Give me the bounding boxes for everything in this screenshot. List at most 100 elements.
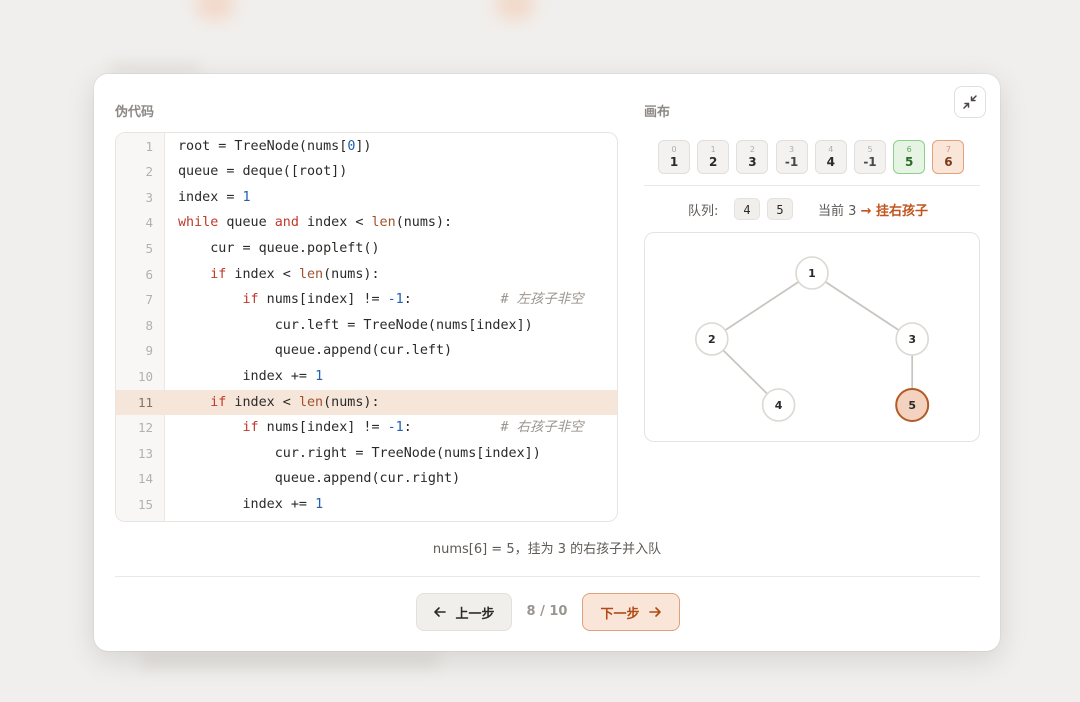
code-line: 3 index = 1 <box>116 185 617 211</box>
line-number: 11 <box>137 394 153 410</box>
code-text: index = 1 <box>178 189 251 205</box>
canvas-title: 画布 <box>644 105 671 120</box>
bg-decoration <box>195 0 235 20</box>
array-index: 7 <box>945 145 951 154</box>
array-value: -1 <box>784 155 799 169</box>
code-line: 4 while queue and index < len(nums): <box>116 210 617 236</box>
line-number: 8 <box>145 317 153 333</box>
code-text: if index < len(nums): <box>210 266 380 282</box>
prev-step-label: 上一步 <box>455 606 495 622</box>
line-number: 2 <box>145 164 153 180</box>
array-cell: 01 <box>658 140 690 174</box>
array-cell: 76 <box>932 140 965 174</box>
tree-node: 2 <box>695 322 729 356</box>
code-text: queue = deque([root]) <box>178 164 348 180</box>
divider <box>644 185 980 186</box>
code-text: index += 1 <box>178 496 324 512</box>
array-index: 4 <box>828 145 834 154</box>
code-line: 10 index += 1 <box>116 364 617 390</box>
code-line: 5 cur = queue.popleft() <box>116 236 617 262</box>
step-indicator: 8 / 10 <box>526 604 568 619</box>
tree-edge <box>811 272 913 340</box>
line-number: 7 <box>145 292 153 308</box>
collapse-button[interactable] <box>954 86 986 118</box>
array-cell: 12 <box>697 140 730 174</box>
step-description: nums[6] = 5，挂为 3 的右孩子并入队 <box>432 542 662 557</box>
code-line: 13 cur.right = TreeNode(nums[index]) <box>116 441 617 467</box>
next-step-button[interactable]: 下一步 <box>582 593 680 631</box>
array-cell: 65 <box>893 140 926 174</box>
tree-node: 1 <box>795 256 829 290</box>
queue-label: 队列: <box>688 204 719 219</box>
tree-node-label: 3 <box>908 333 916 346</box>
tree-node: 3 <box>895 322 930 356</box>
queue-item: 4 <box>734 198 760 220</box>
line-number: 15 <box>137 496 153 512</box>
array-value: 2 <box>709 155 718 169</box>
tree-node-label: 5 <box>908 399 916 412</box>
code-text: if index < len(nums): <box>210 394 380 410</box>
arrow-left-icon <box>434 607 447 617</box>
code-text: cur.right = TreeNode(nums[index]) <box>178 445 541 461</box>
current-label: 当前 <box>818 204 845 219</box>
line-number: 9 <box>145 343 153 359</box>
array-index: 3 <box>789 145 795 154</box>
code-line: 7 if nums[index] != -1: # 左孩子非空 <box>116 287 617 313</box>
code-text: cur.left = TreeNode(nums[index]) <box>178 317 533 333</box>
code-line: 12 if nums[index] != -1: # 右孩子非空 <box>116 415 617 441</box>
array-value: 3 <box>748 155 757 169</box>
bg-decoration <box>495 0 535 20</box>
visualizer-modal: 伪代码 画布 1 root = TreeNode(nums[0]) 2 queue =… <box>94 74 1000 651</box>
arrow-right-icon <box>648 607 661 617</box>
array-index: 2 <box>749 145 755 154</box>
footer-divider <box>115 576 980 577</box>
current-action: → 挂右孩子 <box>860 204 928 219</box>
tree-node-label: 4 <box>775 399 783 412</box>
line-number: 5 <box>145 240 153 256</box>
pseudocode-title: 伪代码 <box>115 105 155 120</box>
tree-node-label: 1 <box>808 267 816 280</box>
array-index: 6 <box>906 145 912 154</box>
code-text: if nums[index] != -1: # 右孩子非空 <box>242 420 584 436</box>
code-line: 2 queue = deque([root]) <box>116 159 617 185</box>
line-number: 3 <box>145 189 153 205</box>
line-number: 1 <box>145 138 153 154</box>
array-value: 6 <box>944 155 953 169</box>
code-text: cur = queue.popleft() <box>178 240 380 256</box>
code-text: while queue and index < len(nums): <box>178 215 453 231</box>
array-value: 1 <box>669 155 679 169</box>
array-value: -1 <box>863 155 877 169</box>
array-value: 5 <box>905 155 914 169</box>
tree-node: 4 <box>761 388 796 422</box>
prev-step-button[interactable]: 上一步 <box>416 593 512 631</box>
code-text: if nums[index] != -1: # 左孩子非空 <box>242 292 584 308</box>
next-step-label: 下一步 <box>600 606 640 622</box>
bg-decoration <box>110 62 200 74</box>
array-value: 4 <box>826 155 835 169</box>
array-index: 5 <box>867 145 873 154</box>
code-text: queue.append(cur.right) <box>178 471 461 487</box>
collapse-icon <box>963 95 977 109</box>
code-line: 1 root = TreeNode(nums[0]) <box>116 134 617 160</box>
tree-svg: 1 2 3 4 5 <box>695 256 930 422</box>
code-line: 14 queue.append(cur.right) <box>116 466 617 492</box>
code-text: queue.append(cur.left) <box>178 343 453 359</box>
array-index: 1 <box>710 145 716 154</box>
current-node-info: 当前 3 → 挂右孩子 <box>818 200 928 219</box>
line-number: 13 <box>137 445 153 461</box>
code-line: 8 cur.left = TreeNode(nums[index]) <box>116 313 617 339</box>
array-cell: 44 <box>814 140 847 174</box>
current-value: 3 <box>848 204 857 219</box>
tree-canvas: 1 2 3 4 5 <box>644 232 980 442</box>
code-line: 6 if index < len(nums): <box>116 262 617 288</box>
line-number: 12 <box>137 420 153 436</box>
code-line: 9 queue.append(cur.left) <box>116 338 617 364</box>
code-text: index += 1 <box>178 368 324 384</box>
code-line: 11 if index < len(nums): <box>116 389 617 416</box>
bg-decoration <box>140 652 440 670</box>
array-cell: 5 -1 <box>854 140 886 174</box>
array-cell: 23 <box>736 140 769 174</box>
line-number: 6 <box>145 266 153 282</box>
code-line: 15 index += 1 <box>116 492 617 518</box>
array-index: 0 <box>671 145 677 154</box>
